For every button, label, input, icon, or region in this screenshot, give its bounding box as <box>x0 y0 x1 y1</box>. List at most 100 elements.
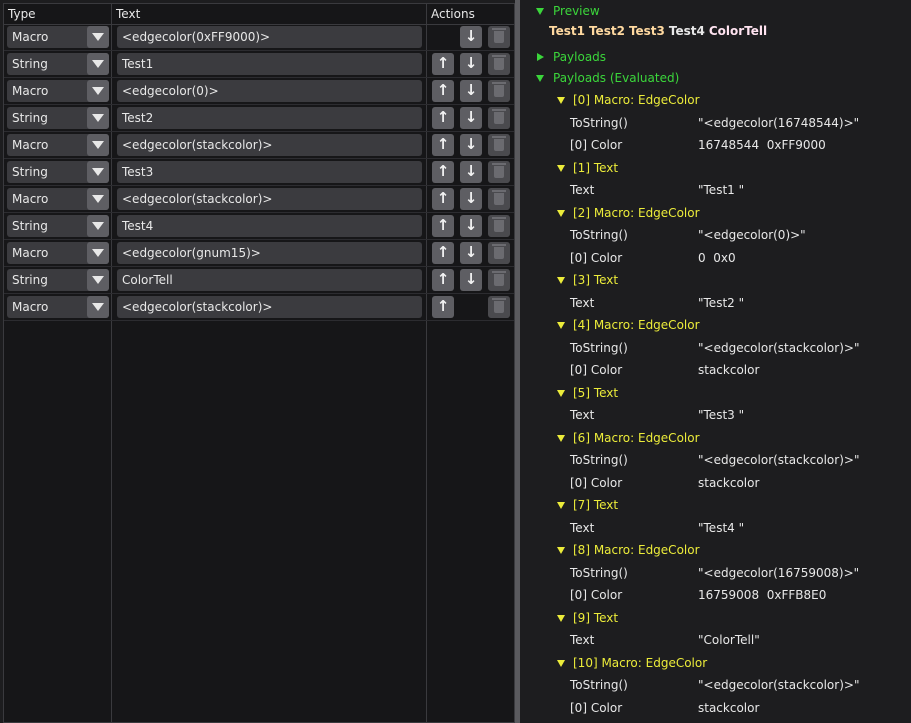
text-field[interactable]: ColorTell <box>117 269 422 291</box>
move-up-button[interactable]: ↑ <box>432 296 454 318</box>
arrow-up-icon: ↑ <box>436 270 450 288</box>
tree-item-title[interactable]: [2] Macro: EdgeColor <box>573 206 700 220</box>
tree-node-preview[interactable]: Preview <box>553 4 600 18</box>
text-field[interactable]: Test1 <box>117 53 422 75</box>
move-down-button[interactable]: ↓ <box>460 215 482 237</box>
delete-button[interactable] <box>488 134 510 156</box>
expand-item-icon[interactable] <box>557 389 565 397</box>
tree-item-title[interactable]: [10] Macro: EdgeColor <box>573 656 707 670</box>
type-dropdown[interactable]: Macro <box>7 296 109 318</box>
move-up-button[interactable]: ↑ <box>432 80 454 102</box>
chevron-down-icon[interactable] <box>87 296 109 318</box>
delete-button[interactable] <box>488 215 510 237</box>
text-field[interactable]: <edgecolor(stackcolor)> <box>117 296 422 318</box>
column-header-type: Type <box>8 7 36 21</box>
type-dropdown[interactable]: String <box>7 215 109 237</box>
chevron-down-icon[interactable] <box>87 26 109 48</box>
delete-button[interactable] <box>488 26 510 48</box>
expand-item-icon[interactable] <box>557 434 565 442</box>
text-field[interactable]: <edgecolor(0xFF9000)> <box>117 26 422 48</box>
move-down-button[interactable]: ↓ <box>460 242 482 264</box>
delete-button[interactable] <box>488 53 510 75</box>
delete-button[interactable] <box>488 80 510 102</box>
payload-table: Type Text Actions Macro <edgecolor(0xFF90… <box>3 3 515 723</box>
expand-item-icon[interactable] <box>557 97 565 104</box>
move-up-button[interactable]: ↑ <box>432 107 454 129</box>
move-down-button[interactable]: ↓ <box>460 161 482 183</box>
property-name: ToString() <box>570 453 628 467</box>
move-down-button[interactable]: ↓ <box>460 269 482 291</box>
chevron-down-icon[interactable] <box>87 242 109 264</box>
type-dropdown[interactable]: String <box>7 269 109 291</box>
move-up-button[interactable]: ↑ <box>432 53 454 75</box>
expand-preview-icon[interactable] <box>536 8 544 15</box>
delete-button[interactable] <box>488 107 510 129</box>
delete-button[interactable] <box>488 242 510 264</box>
expand-item-icon[interactable] <box>557 322 565 329</box>
tree-item-title[interactable]: [9] Text <box>573 611 618 625</box>
type-dropdown[interactable]: Macro <box>7 188 109 210</box>
tree-node-payloads[interactable]: Payloads <box>553 50 606 64</box>
property-name: ToString() <box>570 115 628 130</box>
type-dropdown[interactable]: String <box>7 161 109 183</box>
move-up-button[interactable]: ↑ <box>432 188 454 210</box>
chevron-down-icon[interactable] <box>87 107 109 129</box>
tree-item-title[interactable]: [4] Macro: EdgeColor <box>573 318 700 332</box>
expand-evaluated-icon[interactable] <box>536 75 544 82</box>
chevron-down-icon[interactable] <box>87 134 109 156</box>
chevron-down-icon[interactable] <box>87 215 109 237</box>
type-dropdown-value: Macro <box>12 300 49 314</box>
type-dropdown[interactable]: Macro <box>7 80 109 102</box>
chevron-down-icon[interactable] <box>87 269 109 291</box>
chevron-down-icon[interactable] <box>87 53 109 75</box>
move-up-button[interactable]: ↑ <box>432 134 454 156</box>
text-field[interactable]: Test2 <box>117 107 422 129</box>
tree-item-title[interactable]: [3] Text <box>573 273 618 287</box>
type-dropdown[interactable]: String <box>7 53 109 75</box>
type-dropdown[interactable]: String <box>7 107 109 129</box>
arrow-up-icon: ↑ <box>436 81 450 99</box>
move-down-button[interactable]: ↓ <box>460 26 482 48</box>
move-down-button[interactable]: ↓ <box>460 107 482 129</box>
delete-button[interactable] <box>488 161 510 183</box>
expand-item-icon[interactable] <box>557 659 565 667</box>
expand-item-icon[interactable] <box>557 164 565 172</box>
move-up-button[interactable]: ↑ <box>432 215 454 237</box>
chevron-down-icon[interactable] <box>87 161 109 183</box>
text-field[interactable]: <edgecolor(stackcolor)> <box>117 188 422 210</box>
tree-item-title[interactable]: [8] Macro: EdgeColor <box>573 543 700 557</box>
move-down-button[interactable]: ↓ <box>460 80 482 102</box>
text-field[interactable]: <edgecolor(stackcolor)> <box>117 134 422 156</box>
preview-segment: Test2 <box>588 24 625 38</box>
chevron-down-icon[interactable] <box>87 80 109 102</box>
tree-item-title[interactable]: [6] Macro: EdgeColor <box>573 431 700 445</box>
expand-item-icon[interactable] <box>557 614 565 622</box>
delete-button[interactable] <box>488 188 510 210</box>
text-field[interactable]: <edgecolor(0)> <box>117 80 422 102</box>
move-down-button[interactable]: ↓ <box>460 53 482 75</box>
tree-item-title[interactable]: [5] Text <box>573 386 618 400</box>
expand-payloads-icon[interactable] <box>537 53 544 61</box>
tree-node-payloads-evaluated[interactable]: Payloads (Evaluated) <box>553 71 679 85</box>
text-field[interactable]: Test4 <box>117 215 422 237</box>
tree-item-title[interactable]: [7] Text <box>573 498 618 512</box>
move-up-button[interactable]: ↑ <box>432 269 454 291</box>
text-field[interactable]: Test3 <box>117 161 422 183</box>
tree-item-title[interactable]: [0] Macro: EdgeColor <box>573 93 700 107</box>
move-down-button[interactable]: ↓ <box>460 134 482 156</box>
delete-button[interactable] <box>488 269 510 291</box>
expand-item-icon[interactable] <box>557 209 565 217</box>
expand-item-icon[interactable] <box>557 277 565 284</box>
chevron-down-icon[interactable] <box>87 188 109 210</box>
text-field[interactable]: <edgecolor(gnum15)> <box>117 242 422 264</box>
tree-item-title[interactable]: [1] Text <box>573 161 618 175</box>
expand-item-icon[interactable] <box>557 547 565 554</box>
type-dropdown[interactable]: Macro <box>7 242 109 264</box>
move-down-button[interactable]: ↓ <box>460 188 482 210</box>
expand-item-icon[interactable] <box>557 502 565 509</box>
type-dropdown[interactable]: Macro <box>7 134 109 156</box>
move-up-button[interactable]: ↑ <box>432 242 454 264</box>
type-dropdown[interactable]: Macro <box>7 26 109 48</box>
move-up-button[interactable]: ↑ <box>432 161 454 183</box>
delete-button[interactable] <box>488 296 510 318</box>
